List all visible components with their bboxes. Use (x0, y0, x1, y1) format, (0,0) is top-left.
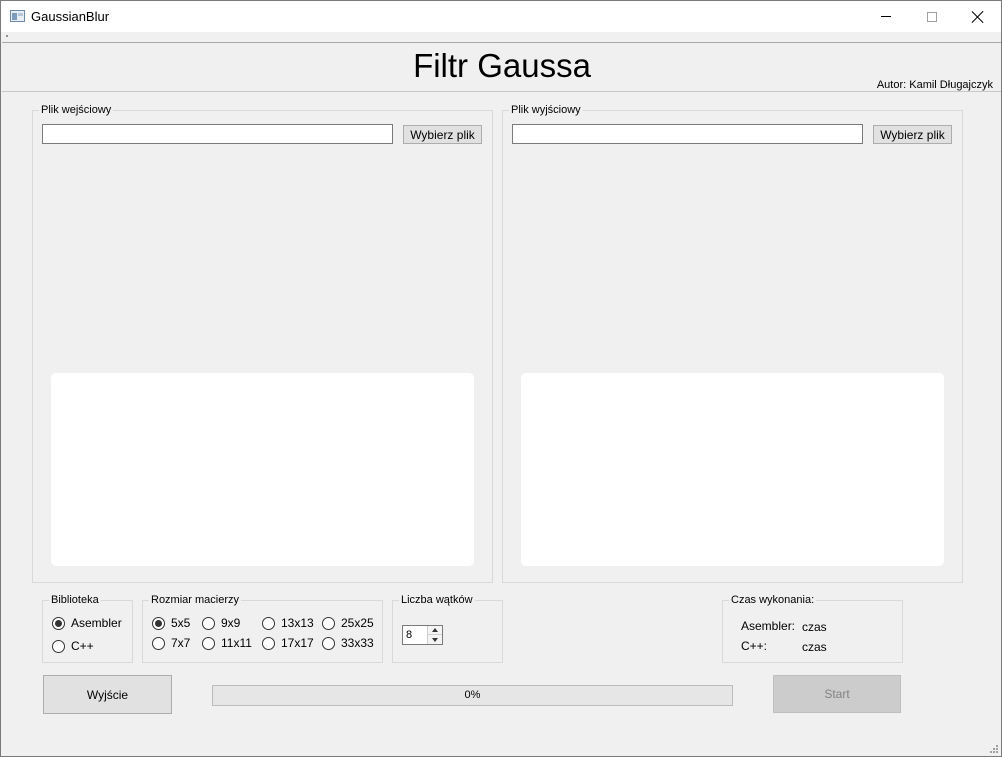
matrix-option-13x13[interactable]: 13x13 (262, 616, 314, 630)
output-file-label: Plik wyjściowy (509, 103, 583, 117)
library-option-label: C++ (71, 639, 94, 653)
threads-value[interactable]: 8 (406, 629, 412, 641)
arrow-up-icon (432, 628, 438, 632)
asm-time-value: czas (802, 620, 827, 634)
arrow-down-icon (432, 637, 438, 642)
library-group: Biblioteka (42, 593, 133, 663)
output-path-field[interactable] (512, 124, 863, 144)
maximize-icon (927, 11, 937, 22)
radio-checked-icon[interactable] (52, 616, 65, 630)
spin-up-button[interactable] (428, 626, 442, 635)
output-choose-file-button[interactable]: Wybierz plik (873, 125, 952, 144)
page-title: Filtr Gaussa (413, 47, 591, 84)
input-image-preview (51, 373, 474, 566)
library-option-asembler[interactable]: Asembler (52, 616, 122, 630)
matrix-option-label: 17x17 (281, 636, 314, 650)
app-window: GaussianBlur Filtr Gaussa Autor: Kamil D… (0, 0, 1002, 757)
timing-label: Czas wykonania: (729, 593, 817, 607)
spin-arrows (427, 626, 442, 644)
radio-checked-icon[interactable] (152, 616, 165, 630)
matrix-size-group: Rozmiar macierzy (142, 593, 383, 663)
author-label: Autor: Kamil Długajczyk (876, 79, 993, 91)
matrix-option-7x7[interactable]: 7x7 (152, 636, 190, 650)
asm-time-name: Asembler: (741, 619, 796, 633)
close-button[interactable] (955, 1, 1001, 32)
matrix-option-5x5[interactable]: 5x5 (152, 616, 190, 630)
minimize-button[interactable] (863, 1, 909, 32)
radio-unchecked-icon[interactable] (202, 636, 215, 650)
matrix-option-33x33[interactable]: 33x33 (322, 636, 374, 650)
cpp-time-value: czas (802, 640, 827, 654)
radio-unchecked-icon[interactable] (262, 636, 275, 650)
matrix-option-label: 33x33 (341, 636, 374, 650)
input-path-field[interactable] (42, 124, 393, 144)
cpp-time-name: C++: (741, 639, 768, 653)
resize-grip-icon[interactable] (990, 745, 998, 753)
matrix-option-25x25[interactable]: 25x25 (322, 616, 374, 630)
matrix-option-label: 5x5 (171, 616, 191, 630)
radio-unchecked-icon[interactable] (202, 616, 215, 630)
matrix-option-label: 25x25 (341, 616, 374, 630)
matrix-option-label: 11x11 (221, 636, 252, 650)
threads-spinbox[interactable]: 8 (402, 625, 443, 645)
progress-bar: 0% (212, 685, 733, 706)
matrix-size-label: Rozmiar macierzy (149, 593, 242, 607)
input-file-label: Plik wejściowy (39, 103, 114, 117)
radio-unchecked-icon[interactable] (262, 616, 275, 630)
app-icon (10, 10, 25, 22)
title-bar: GaussianBlur (1, 1, 1001, 32)
radio-unchecked-icon[interactable] (322, 616, 335, 630)
exit-button[interactable]: Wyjście (43, 675, 172, 714)
threads-label: Liczba wątków (399, 593, 475, 607)
maximize-button[interactable] (909, 1, 955, 32)
window-title: GaussianBlur (31, 9, 110, 24)
matrix-option-label: 7x7 (171, 636, 191, 650)
radio-unchecked-icon[interactable] (52, 639, 65, 653)
library-option-label: Asembler (71, 616, 122, 630)
close-icon (972, 11, 984, 23)
matrix-option-label: 13x13 (281, 616, 314, 630)
progress-text: 0% (464, 689, 481, 701)
radio-unchecked-icon[interactable] (152, 636, 165, 650)
matrix-option-11x11[interactable]: 11x11 (202, 636, 252, 650)
start-button[interactable]: Start (773, 675, 901, 713)
minimize-icon (881, 16, 891, 17)
menu-separator (2, 42, 1001, 43)
output-image-preview (521, 373, 944, 566)
matrix-option-17x17[interactable]: 17x17 (262, 636, 314, 650)
spin-down-button[interactable] (428, 635, 442, 644)
input-choose-file-button[interactable]: Wybierz plik (403, 125, 482, 144)
menu-marker (6, 35, 8, 37)
radio-unchecked-icon[interactable] (322, 636, 335, 650)
library-label: Biblioteka (49, 593, 101, 607)
matrix-option-9x9[interactable]: 9x9 (202, 616, 240, 630)
matrix-option-label: 9x9 (221, 616, 241, 630)
header-separator (2, 91, 1001, 92)
library-option-cpp[interactable]: C++ (52, 639, 94, 653)
